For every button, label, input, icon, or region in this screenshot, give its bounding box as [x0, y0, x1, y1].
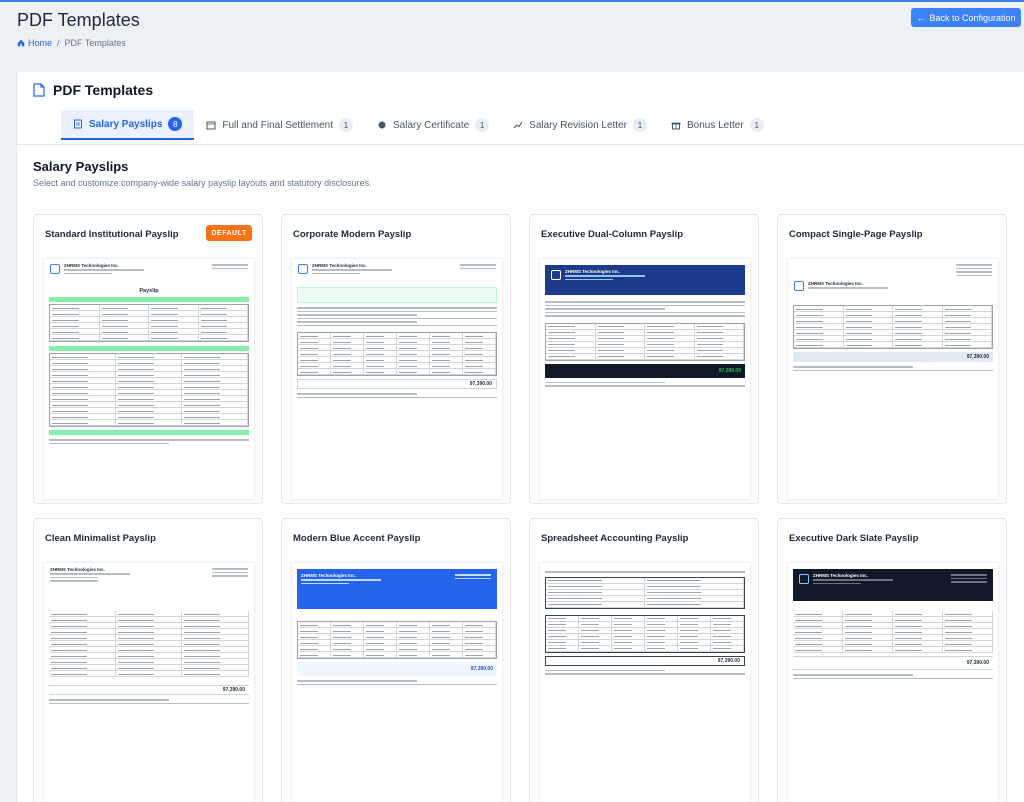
tab-salary-revision-letter[interactable]: Salary Revision Letter 1 [501, 110, 659, 140]
default-badge: DEFAULT [206, 225, 252, 241]
template-preview[interactable]: ZHRMS Technologies Inc. 97,390.00 [788, 259, 998, 499]
template-preview[interactable]: ZHRMS Technologies Inc. 97,390.00 [292, 563, 502, 802]
company-logo-icon [551, 270, 561, 280]
card-title: Modern Blue Accent Payslip [293, 533, 421, 544]
section-subtitle: Select and customize company-wide salary… [33, 178, 372, 188]
breadcrumb-current: PDF Templates [64, 38, 126, 48]
back-to-configuration-button[interactable]: ← Back to Configuration [911, 8, 1021, 27]
breadcrumb: Home / PDF Templates [17, 38, 126, 48]
company-logo-icon [298, 264, 308, 274]
template-card-executive-dark-slate[interactable]: Executive Dark Slate Payslip ZHRMS Techn… [777, 518, 1007, 802]
template-preview[interactable]: 97,390.00 [540, 563, 750, 802]
template-preview[interactable]: ZHRMS Technologies Inc. 97,390.00 [540, 259, 750, 499]
page-title: PDF Templates [17, 10, 140, 30]
card-title: Corporate Modern Payslip [293, 229, 412, 240]
section-title: Salary Payslips [33, 159, 129, 174]
template-preview[interactable]: ZHRMS Technologies Inc. 97,390.00 [44, 563, 254, 802]
badge-icon [378, 121, 386, 129]
template-card-modern-blue-accent[interactable]: Modern Blue Accent Payslip ZHRMS Technol… [281, 518, 511, 802]
card-title: Executive Dark Slate Payslip [789, 533, 919, 544]
tab-count: 1 [339, 118, 354, 132]
arrow-left-icon: ← [916, 12, 926, 23]
template-card-spreadsheet-accounting[interactable]: Spreadsheet Accounting Payslip 97,390.00 [529, 518, 759, 802]
tab-count: 1 [749, 118, 764, 132]
breadcrumb-home[interactable]: Home [17, 38, 52, 48]
templates-panel: PDF Templates Salary Payslips 8 Full and… [16, 72, 1024, 802]
template-card-executive-dual-column[interactable]: Executive Dual-Column Payslip ZHRMS Tech… [529, 214, 759, 504]
tab-divider [17, 144, 1024, 145]
chart-line-icon [513, 121, 523, 129]
card-title: Executive Dual-Column Payslip [541, 229, 684, 240]
template-preview[interactable]: ZHRMS Technologies Inc. 97,390.00 [292, 259, 502, 499]
card-title: Standard Institutional Payslip [45, 229, 179, 240]
template-card-clean-minimalist[interactable]: Clean Minimalist Payslip ZHRMS Technolog… [33, 518, 263, 802]
card-title: Spreadsheet Accounting Payslip [541, 533, 689, 544]
template-preview[interactable]: ZHRMS Technologies Inc. Payslip [44, 259, 254, 499]
template-card-corporate-modern[interactable]: Corporate Modern Payslip ZHRMS Technolog… [281, 214, 511, 504]
breadcrumb-separator: / [57, 38, 60, 48]
card-title: Compact Single-Page Payslip [789, 229, 923, 240]
company-logo-icon [799, 574, 809, 584]
company-logo-icon [50, 264, 60, 274]
template-card-compact-single-page[interactable]: Compact Single-Page Payslip ZHRMS Techno… [777, 214, 1007, 504]
card-title: Clean Minimalist Payslip [45, 533, 156, 544]
home-icon [17, 39, 25, 47]
gift-icon [671, 122, 681, 130]
company-logo-icon [794, 281, 804, 291]
pdf-file-icon [33, 83, 45, 97]
tab-count: 1 [632, 118, 647, 132]
tab-full-and-final-settlement[interactable]: Full and Final Settlement 1 [194, 110, 365, 140]
tab-salary-certificate[interactable]: Salary Certificate 1 [365, 110, 501, 140]
template-tabs: Salary Payslips 8 Full and Final Settlem… [61, 110, 776, 140]
tab-count: 1 [475, 118, 490, 132]
calendar-icon [206, 121, 216, 130]
tab-bonus-letter[interactable]: Bonus Letter 1 [659, 110, 776, 140]
panel-title: PDF Templates [33, 82, 153, 98]
top-bar: PDF Templates Home / PDF Templates ← Bac… [0, 0, 1024, 72]
template-card-standard-institutional[interactable]: Standard Institutional Payslip DEFAULT Z… [33, 214, 263, 504]
tab-salary-payslips[interactable]: Salary Payslips 8 [61, 110, 195, 140]
template-preview[interactable]: ZHRMS Technologies Inc. 97,390.00 [788, 563, 998, 802]
tab-count: 8 [168, 117, 183, 131]
document-icon [74, 119, 82, 129]
